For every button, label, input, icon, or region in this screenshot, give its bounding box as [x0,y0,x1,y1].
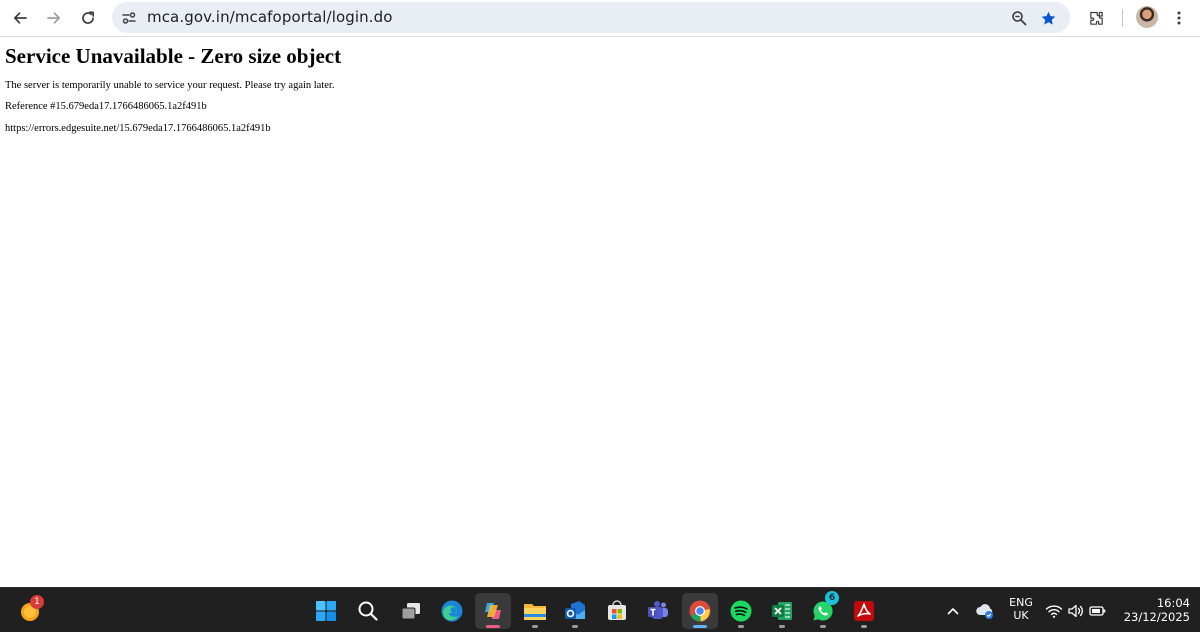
zoom-button[interactable] [1005,4,1033,32]
battery-icon [1089,606,1106,616]
onedrive-button[interactable] [970,593,1000,629]
active-indicator [693,625,707,628]
reference-id: Reference #15.679eda17.1766486065.1a2f49… [5,101,207,112]
error-message: The server is temporarily unable to serv… [5,80,335,91]
excel-icon [772,602,792,620]
whatsapp-app[interactable]: 6 [805,591,841,629]
outlook-app[interactable] [557,593,593,629]
keyboard-layout: UK [1013,609,1029,622]
microsoft-store-app[interactable] [599,593,635,629]
back-button[interactable] [6,4,34,32]
chevron-up-icon [947,608,959,615]
toolbar-divider [1122,9,1123,27]
file-explorer-app[interactable] [517,593,553,629]
running-indicator [738,625,744,628]
weather-badge: 1 [30,595,44,609]
url-text[interactable]: mca.gov.in/mcafoportal/login.do [147,8,393,26]
store-icon [608,600,626,620]
copilot-icon [485,603,501,619]
clock-date: 23/12/2025 [1123,610,1190,624]
reload-button[interactable] [74,4,102,32]
spotify-app[interactable] [723,593,759,629]
weather-widget[interactable]: 1 [12,593,48,629]
spotify-icon [730,600,752,622]
copilot-app[interactable] [475,593,511,629]
task-view-button[interactable] [393,593,429,629]
excel-app[interactable] [764,593,800,629]
error-url: https://errors.edgesuite.net/15.679eda17… [5,123,271,134]
teams-icon [648,601,668,619]
running-indicator [820,625,826,628]
teams-app[interactable] [640,593,676,629]
folder-icon [524,604,546,620]
chrome-app[interactable] [682,593,718,629]
acrobat-icon [854,601,874,621]
extensions-icon [1089,11,1103,25]
clock[interactable]: 16:04 23/12/2025 [1118,596,1190,624]
edge-app[interactable] [434,593,470,629]
extensions-button[interactable] [1082,4,1110,32]
zoom-icon [1012,11,1027,26]
edge-icon [441,600,463,622]
taskbar-search-button[interactable] [350,593,386,629]
error-page: Service Unavailable - Zero size object T… [5,44,342,134]
forward-button[interactable] [40,4,68,32]
back-arrow-icon [13,12,27,24]
menu-button[interactable] [1165,4,1193,32]
running-indicator [779,625,785,628]
browser-toolbar: mca.gov.in/mcafoportal/login.do [0,0,1200,37]
language-indicator[interactable]: ENG UK [1002,596,1040,622]
running-indicator [532,625,538,628]
more-vert-icon [1177,11,1181,25]
bookmark-star-icon [1041,11,1055,25]
volume-icon [1068,604,1083,618]
start-button[interactable] [308,593,344,629]
search-icon [358,601,378,621]
task-view-icon [401,603,420,620]
acrobat-app[interactable] [846,593,882,629]
chrome-icon [689,600,711,622]
running-indicator [861,625,867,628]
profile-avatar[interactable] [1136,6,1158,28]
page-title: Service Unavailable - Zero size object [5,44,342,68]
running-indicator [572,625,578,628]
outlook-icon [565,601,585,619]
forward-arrow-icon [47,12,61,24]
clock-time: 16:04 [1156,596,1190,610]
wifi-icon [1045,605,1063,618]
taskbar: 1 6 ENG UK 16:04 23/12/2025 [0,587,1200,632]
quick-settings-button[interactable] [1042,593,1110,629]
reload-icon [82,11,95,24]
bookmark-button[interactable] [1034,4,1062,32]
windows-logo-icon [316,601,336,621]
address-bar[interactable]: mca.gov.in/mcafoportal/login.do [112,2,1070,33]
language-code: ENG [1009,596,1033,609]
active-indicator [486,625,500,628]
whatsapp-badge: 6 [825,591,839,605]
site-info-icon [122,12,136,24]
cloud-sync-icon [976,604,993,619]
site-info-button[interactable] [115,4,143,32]
show-hidden-icons-button[interactable] [936,593,970,629]
